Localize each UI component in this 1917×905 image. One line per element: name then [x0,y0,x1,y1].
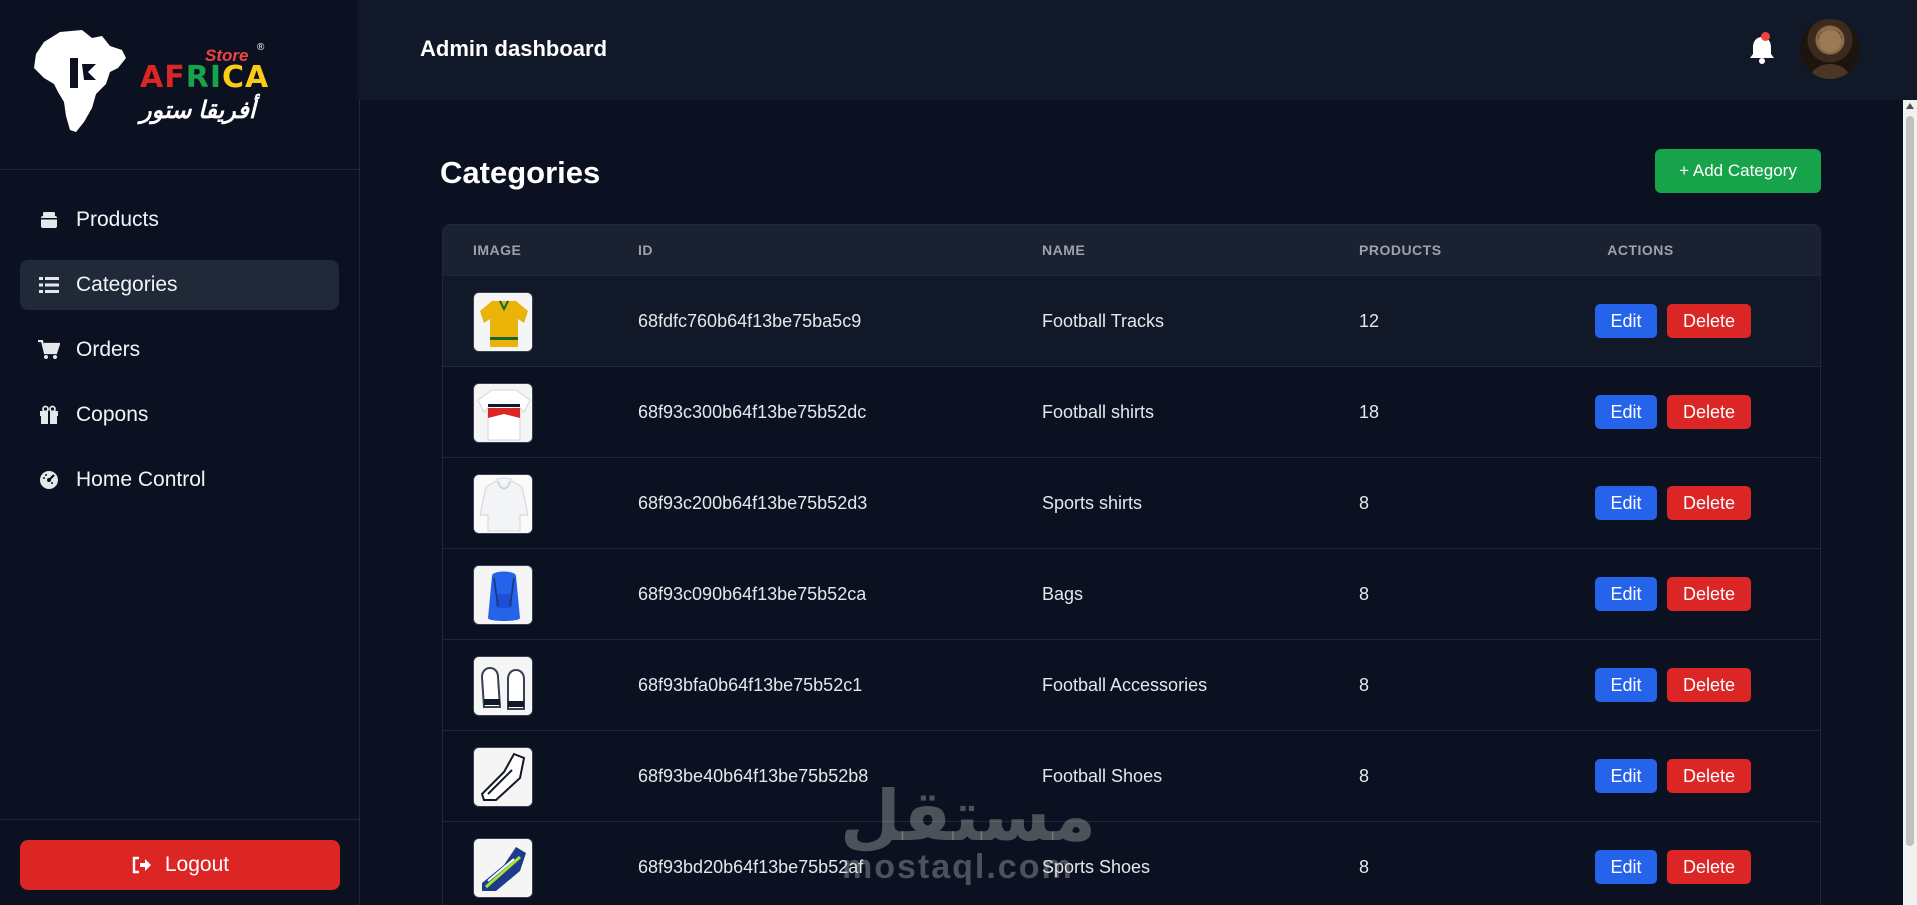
edit-button[interactable]: Edit [1595,577,1657,611]
category-product-count: 18 [1359,402,1380,422]
delete-button[interactable]: Delete [1667,395,1751,429]
scrollbar-thumb[interactable] [1906,116,1914,846]
category-id: 68f93c300b64f13be75b52dc [638,402,867,422]
box-icon [38,209,60,231]
add-category-button[interactable]: + Add Category [1655,149,1821,193]
sidebar-item-label: Categories [76,273,178,296]
category-thumbnail [473,292,533,352]
notification-badge [1761,32,1770,41]
category-product-count: 12 [1359,311,1380,331]
scroll-up-arrow-icon[interactable] [1906,103,1914,109]
sidebar-item-orders[interactable]: Orders [20,325,339,375]
category-product-count: 8 [1359,675,1370,695]
sign-out-icon [131,854,153,876]
category-product-count: 8 [1359,584,1370,604]
table-header: IMAGE ID NAME PRODUCTS ACTIONS [443,225,1820,275]
sidebar-item-categories[interactable]: Categories [20,260,339,310]
gift-icon [38,404,60,426]
sidebar-item-products[interactable]: Products [20,195,339,245]
list-icon [38,274,60,296]
category-thumbnail [473,838,533,898]
category-id: 68f93bd20b64f13be75b52af [638,857,864,877]
brand-africa-part-3: CA [221,60,270,95]
category-product-count: 8 [1359,857,1370,877]
gauge-icon [38,469,60,491]
category-id: 68f93be40b64f13be75b52b8 [638,766,869,786]
brand-africa-part-1: AF [140,60,186,95]
table-row: 68f93bfa0b64f13be75b52c1 Football Access… [443,639,1820,730]
logout-button[interactable]: Logout [20,840,340,890]
africa-map-icon [34,30,126,132]
sidebar-item-label: Products [76,208,159,231]
page-title: Categories [440,155,601,190]
category-name: Football Accessories [1042,675,1208,695]
table-row: 68f93c300b64f13be75b52dc Football shirts… [443,366,1820,457]
logout-label: Logout [164,853,230,876]
watermark-url: mostaql.com [842,848,1074,886]
watermark-logo: مستقل [840,777,1097,855]
column-header-id: ID [638,242,653,258]
edit-button[interactable]: Edit [1595,759,1657,793]
categories-table: IMAGE ID NAME PRODUCTS ACTIONS 68fdfc760… [442,224,1821,905]
category-thumbnail [473,656,533,716]
category-thumbnail [473,474,533,534]
category-name: Sports shirts [1042,493,1143,513]
sidebar-item-label: Orders [76,338,141,361]
avatar[interactable] [1800,19,1860,79]
delete-button[interactable]: Delete [1667,759,1751,793]
brand-logo[interactable]: Store ® AFRICA أفريقا ستور [0,0,359,170]
table-row: 68fdfc760b64f13be75ba5c9 Football Tracks… [443,275,1820,366]
sidebar-item-home-control[interactable]: Home Control [20,455,339,505]
edit-button[interactable]: Edit [1595,304,1657,338]
category-thumbnail [473,565,533,625]
category-name: Football Tracks [1042,311,1165,331]
sidebar-footer: Logout [0,819,360,905]
delete-button[interactable]: Delete [1667,486,1751,520]
sidebar: Store ® AFRICA أفريقا ستور Products Cate… [0,0,360,905]
category-id: 68f93c200b64f13be75b52d3 [638,493,868,513]
sidebar-nav: Products Categories Orders Copons Home C… [0,170,359,505]
delete-button[interactable]: Delete [1667,850,1751,884]
edit-button[interactable]: Edit [1595,395,1657,429]
edit-button[interactable]: Edit [1595,486,1657,520]
category-name: Football shirts [1042,402,1155,422]
header-title: Admin dashboard [420,36,608,61]
category-id: 68fdfc760b64f13be75ba5c9 [638,311,862,331]
cart-icon [38,339,60,361]
column-header-actions: ACTIONS [1607,242,1674,258]
brand-registered-mark: ® [257,42,265,53]
category-product-count: 8 [1359,766,1370,786]
category-id: 68f93bfa0b64f13be75b52c1 [638,675,863,695]
brand-africa-text: AFRICA [140,60,269,95]
delete-button[interactable]: Delete [1667,668,1751,702]
category-thumbnail [473,747,533,807]
table-row: 68f93be40b64f13be75b52b8 Football Shoes … [443,730,1820,821]
brand-africa-part-2: RI [185,60,222,95]
category-product-count: 8 [1359,493,1370,513]
delete-button[interactable]: Delete [1667,577,1751,611]
table-row: 68f93c200b64f13be75b52d3 Sports shirts 8… [443,457,1820,548]
table-row: 68f93bd20b64f13be75b52af Sports Shoes 8 … [443,821,1820,905]
table-row: 68f93c090b64f13be75b52ca Bags 8 Edit Del… [443,548,1820,639]
page-scrollbar[interactable] [1903,100,1917,905]
edit-button[interactable]: Edit [1595,668,1657,702]
column-header-products: PRODUCTS [1359,242,1442,258]
sidebar-item-label: Home Control [76,468,206,491]
edit-button[interactable]: Edit [1595,850,1657,884]
category-name: Bags [1042,584,1084,604]
column-header-name: NAME [1042,242,1086,258]
main-content: Categories + Add Category IMAGE ID NAME … [360,100,1900,905]
delete-button[interactable]: Delete [1667,304,1751,338]
category-id: 68f93c090b64f13be75b52ca [638,584,867,604]
top-header: Admin dashboard [358,0,1917,100]
sidebar-item-copons[interactable]: Copons [20,390,339,440]
column-header-image: IMAGE [473,242,522,258]
category-thumbnail [473,383,533,443]
sidebar-item-label: Copons [76,403,149,426]
brand-arabic-text: أفريقا ستور [140,97,256,124]
